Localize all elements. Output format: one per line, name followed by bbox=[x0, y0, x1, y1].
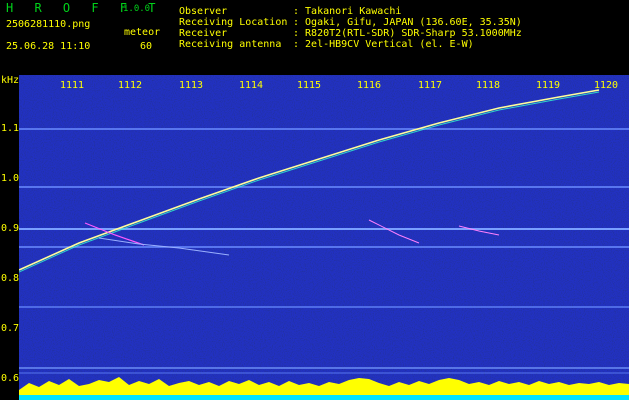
x-tick-label: 1111 bbox=[60, 80, 85, 91]
y-tick-label: 1.1 bbox=[1, 123, 20, 134]
y-tick-label: 0.7 bbox=[1, 323, 20, 334]
noise-texture bbox=[19, 75, 629, 400]
receiver-value: : R820T2(RTL-SDR) SDR-Sharp 53.1000MHz bbox=[293, 28, 522, 39]
x-tick-label: 1115 bbox=[297, 80, 322, 91]
x-tick-label: 1116 bbox=[357, 80, 382, 91]
observer-value: : Takanori Kawachi bbox=[293, 6, 402, 17]
timestamp: 25.06.28 11:10 bbox=[6, 41, 91, 52]
observer-label: Observer bbox=[179, 6, 228, 17]
location-label: Receiving Location bbox=[179, 17, 288, 28]
y-tick-label: 0.8 bbox=[1, 273, 20, 284]
detection-count: 60 bbox=[140, 41, 153, 52]
x-tick-label: 1112 bbox=[118, 80, 143, 91]
header-panel: H R O F F T 1.0.0 2506281110.png meteor … bbox=[0, 0, 629, 75]
y-tick-label: 0.9 bbox=[1, 223, 20, 234]
receiver-label: Receiver bbox=[179, 28, 228, 39]
x-tick-label: 1113 bbox=[179, 80, 204, 91]
y-tick-label: 1.0 bbox=[1, 173, 20, 184]
spectrogram-canvas bbox=[19, 75, 629, 400]
app-version: 1.0.0 bbox=[123, 4, 151, 14]
x-tick-label: 1117 bbox=[418, 80, 443, 91]
x-tick-label: 1119 bbox=[536, 80, 561, 91]
frequency-unit-label: kHz bbox=[1, 75, 20, 86]
x-tick-label: 1114 bbox=[239, 80, 264, 91]
antenna-label: Receiving antenna bbox=[179, 39, 282, 50]
image-filename: 2506281110.png bbox=[6, 19, 91, 30]
y-tick-label: 0.6 bbox=[1, 373, 20, 384]
level-baseline bbox=[19, 395, 629, 400]
mode-label: meteor bbox=[124, 27, 161, 38]
x-tick-label: 1120 bbox=[594, 80, 619, 91]
spectrogram-plot bbox=[19, 75, 629, 400]
x-tick-label: 1118 bbox=[476, 80, 501, 91]
location-value: : Ogaki, Gifu, JAPAN (136.60E, 35.35N) bbox=[293, 17, 522, 28]
antenna-value: : 2el-HB9CV Vertical (el. E-W) bbox=[293, 39, 474, 50]
